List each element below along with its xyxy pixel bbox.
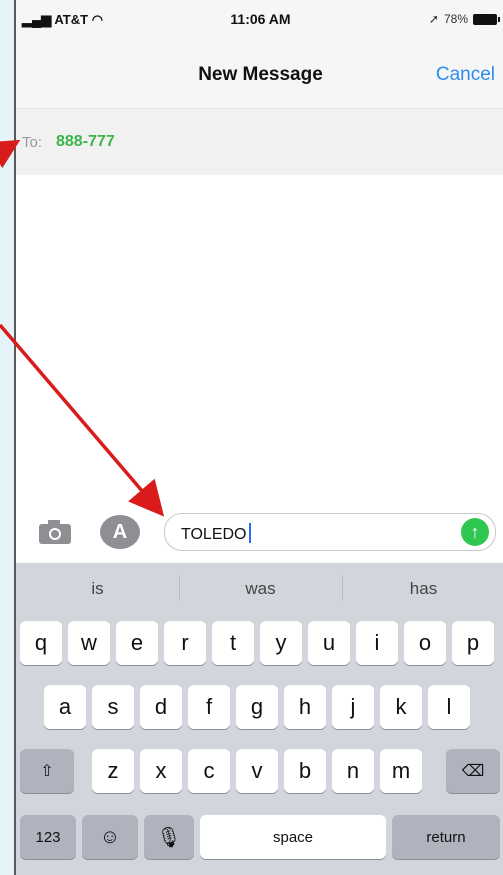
key-i[interactable]: i [356, 621, 398, 665]
key-o[interactable]: o [404, 621, 446, 665]
key-x[interactable]: x [140, 749, 182, 793]
suggestion-1[interactable]: is [16, 579, 179, 599]
message-thread-area [16, 175, 503, 505]
text-caret [248, 523, 251, 543]
suggestion-bar: is was has [16, 563, 503, 615]
key-n[interactable]: n [332, 749, 374, 793]
to-label: To: [22, 134, 43, 151]
numbers-key[interactable]: 123 [20, 815, 76, 859]
space-key[interactable]: space [200, 815, 386, 859]
battery-percent: 78% [443, 12, 468, 26]
key-a[interactable]: a [44, 685, 86, 729]
return-key[interactable]: return [392, 815, 500, 859]
to-field-arrow [0, 139, 21, 169]
key-l[interactable]: l [428, 685, 470, 729]
dictation-key[interactable]: 🎙 [144, 815, 194, 859]
key-e[interactable]: e [116, 621, 158, 665]
to-field[interactable]: To: 888-777 [16, 108, 503, 176]
keyboard: is was has q w e r t y u i o p a s d f g… [16, 563, 503, 875]
page-title: New Message [198, 64, 323, 85]
app-store-icon[interactable]: A [100, 515, 140, 549]
phone-screen: ▂▄▆ AT&T ◠ 11:06 AM ➚ 78% New Message Ca… [14, 0, 503, 875]
key-q[interactable]: q [20, 621, 62, 665]
backspace-icon: ⌫ [461, 763, 485, 780]
shift-key[interactable]: ⇧ [20, 749, 74, 793]
key-s[interactable]: s [92, 685, 134, 729]
key-f[interactable]: f [188, 685, 230, 729]
shift-icon: ⇧ [40, 763, 54, 780]
key-z[interactable]: z [92, 749, 134, 793]
key-b[interactable]: b [284, 749, 326, 793]
arrow-up-icon: ↑ [470, 522, 480, 542]
key-t[interactable]: t [212, 621, 254, 665]
send-button[interactable]: ↑ [461, 518, 489, 546]
key-w[interactable]: w [68, 621, 110, 665]
key-d[interactable]: d [140, 685, 182, 729]
key-u[interactable]: u [308, 621, 350, 665]
suggestion-2[interactable]: was [179, 579, 342, 599]
status-bar: ▂▄▆ AT&T ◠ 11:06 AM ➚ 78% [16, 0, 503, 40]
message-input[interactable]: TOLEDO ↑ [164, 513, 496, 551]
key-g[interactable]: g [236, 685, 278, 729]
message-text: TOLEDO [181, 526, 247, 543]
suggestion-3[interactable]: has [342, 579, 503, 599]
key-r[interactable]: r [164, 621, 206, 665]
key-v[interactable]: v [236, 749, 278, 793]
key-h[interactable]: h [284, 685, 326, 729]
camera-icon[interactable] [38, 519, 72, 545]
key-c[interactable]: c [188, 749, 230, 793]
key-m[interactable]: m [380, 749, 422, 793]
key-k[interactable]: k [380, 685, 422, 729]
status-right: ➚ 78% [428, 12, 500, 26]
key-j[interactable]: j [332, 685, 374, 729]
key-p[interactable]: p [452, 621, 494, 665]
cancel-button[interactable]: Cancel [436, 64, 495, 86]
emoji-icon: ☺ [99, 825, 121, 848]
delete-key[interactable]: ⌫ [446, 749, 500, 793]
key-y[interactable]: y [260, 621, 302, 665]
location-icon: ➚ [428, 12, 439, 26]
emoji-key[interactable]: ☺ [82, 815, 138, 859]
microphone-icon: 🎙 [156, 826, 182, 849]
recipient-value[interactable]: 888-777 [56, 133, 115, 151]
nav-bar: New Message Cancel [16, 40, 503, 108]
battery-icon [473, 13, 500, 25]
compose-bar: A TOLEDO ↑ [16, 505, 503, 563]
